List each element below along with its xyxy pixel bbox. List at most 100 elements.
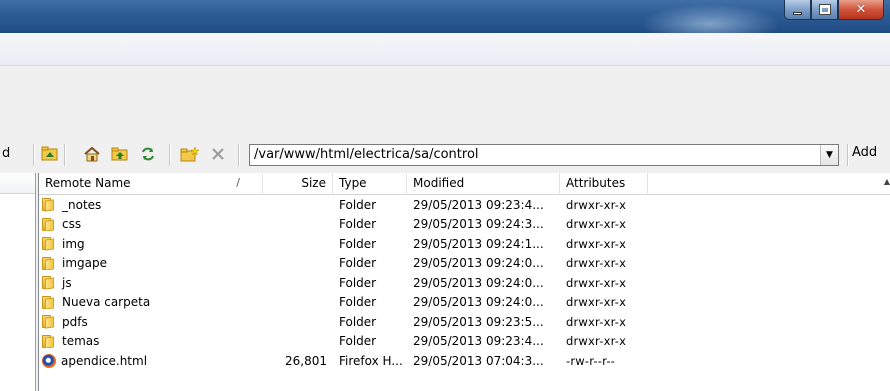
- column-filler: [648, 173, 853, 195]
- file-modified: 29/05/2013 07:04:3...: [413, 353, 544, 368]
- table-row[interactable]: pdfs Folder 29/05/2013 09:23:5... drwxr-…: [39, 312, 890, 332]
- file-attributes: drwxr-xr-x: [566, 217, 627, 232]
- local-tree-pane[interactable]: [0, 173, 36, 391]
- table-row[interactable]: temas Folder 29/05/2013 09:23:4... drwxr…: [39, 332, 890, 352]
- folder-icon: [42, 237, 58, 251]
- tree-header: [0, 173, 35, 194]
- toolbar-separator: [169, 144, 171, 166]
- minimize-button[interactable]: [784, 0, 811, 20]
- toolbar-separator: [33, 144, 35, 166]
- folder-icon: [42, 198, 58, 212]
- column-label: Remote Name: [45, 176, 131, 190]
- parent-folder-button[interactable]: [40, 145, 60, 163]
- file-size: 26,801: [285, 353, 327, 368]
- table-row[interactable]: Nueva carpeta Folder 29/05/2013 09:24:0.…: [39, 293, 890, 313]
- file-name: imgape: [62, 256, 107, 271]
- file-attributes: drwxr-xr-x: [566, 256, 627, 271]
- firefox-html-icon: [42, 353, 56, 368]
- list-header: Remote Name / Size Type Modified Attribu…: [39, 173, 890, 195]
- remote-path-combobox[interactable]: /var/www/html/electrica/sa/control ▼: [249, 144, 839, 166]
- file-name: temas: [62, 334, 100, 349]
- home-button[interactable]: [82, 145, 102, 163]
- file-type: Folder: [339, 295, 377, 310]
- toolbar-cut-label: d: [2, 146, 11, 161]
- titlebar-glow: [640, 4, 780, 33]
- close-icon: ✕: [855, 2, 867, 17]
- scroll-up-icon[interactable]: ▲: [884, 177, 890, 186]
- column-type[interactable]: Type: [333, 173, 407, 195]
- minimize-icon: [793, 11, 802, 15]
- file-modified: 29/05/2013 09:24:0...: [413, 275, 544, 290]
- file-attributes: drwxr-xr-x: [566, 314, 627, 329]
- chevron-down-icon: ▼: [826, 150, 833, 160]
- remote-file-list[interactable]: Remote Name / Size Type Modified Attribu…: [38, 173, 890, 391]
- up-folder-icon: [111, 147, 128, 161]
- toolbar-separator: [238, 144, 240, 166]
- file-type: Folder: [339, 275, 377, 290]
- column-size[interactable]: Size: [263, 173, 333, 195]
- table-row[interactable]: _notes Folder 29/05/2013 09:23:4... drwx…: [39, 195, 890, 215]
- file-modified: 29/05/2013 09:23:4...: [413, 197, 544, 212]
- file-name: css: [62, 217, 82, 232]
- file-attributes: drwxr-xr-x: [566, 197, 627, 212]
- folder-icon: [42, 295, 58, 310]
- toolbar-separator: [847, 144, 849, 166]
- file-modified: 29/05/2013 09:24:0...: [413, 256, 544, 271]
- file-type: Folder: [339, 256, 377, 271]
- menu-bar: [0, 33, 890, 66]
- window-titlebar[interactable]: ✕: [0, 0, 890, 33]
- file-modified: 29/05/2013 09:24:0...: [413, 295, 544, 310]
- file-modified: 29/05/2013 09:24:1...: [413, 236, 544, 251]
- caption-buttons: ✕: [784, 0, 884, 20]
- new-folder-button[interactable]: [180, 145, 200, 163]
- column-attributes[interactable]: Attributes: [560, 173, 648, 195]
- file-modified: 29/05/2013 09:23:5...: [413, 314, 544, 329]
- parent-folder-icon: [41, 146, 58, 161]
- maximize-icon: [818, 4, 831, 15]
- file-type: Folder: [339, 334, 377, 349]
- column-remote-name[interactable]: Remote Name /: [39, 173, 263, 195]
- file-attributes: drwxr-xr-x: [566, 295, 627, 310]
- table-row[interactable]: img Folder 29/05/2013 09:24:1... drwxr-x…: [39, 234, 890, 254]
- file-attributes: drwxr-xr-x: [566, 334, 627, 349]
- file-type: Folder: [339, 197, 377, 212]
- maximize-button[interactable]: [811, 0, 838, 20]
- file-modified: 29/05/2013 09:23:4...: [413, 334, 544, 349]
- file-name: img: [62, 236, 85, 251]
- folder-icon: [42, 217, 58, 232]
- delete-button[interactable]: [208, 145, 228, 163]
- file-name: Nueva carpeta: [62, 295, 151, 310]
- delete-icon: [212, 148, 224, 160]
- column-modified[interactable]: Modified: [407, 173, 560, 195]
- toolbar-separator: [64, 144, 66, 166]
- file-type: Folder: [339, 236, 377, 251]
- close-button[interactable]: ✕: [838, 0, 884, 20]
- table-row[interactable]: js Folder 29/05/2013 09:24:0... drwxr-xr…: [39, 273, 890, 293]
- folder-icon: [42, 315, 58, 329]
- file-type: Folder: [339, 217, 377, 232]
- folder-icon: [42, 334, 58, 349]
- sort-indicator-icon: /: [236, 176, 240, 189]
- folder-icon: [42, 276, 58, 290]
- home-icon: [84, 146, 100, 162]
- remote-path-input[interactable]: /var/www/html/electrica/sa/control: [250, 145, 820, 165]
- file-type: Folder: [339, 314, 377, 329]
- refresh-icon: [142, 147, 154, 161]
- table-row[interactable]: apendice.html 26,801 Firefox H... 29/05/…: [39, 351, 890, 371]
- file-name: apendice.html: [61, 353, 148, 368]
- up-folder-button[interactable]: [110, 145, 130, 163]
- refresh-button[interactable]: [138, 145, 158, 163]
- file-modified: 29/05/2013 09:24:3...: [413, 217, 544, 232]
- file-attributes: -rw-r--r--: [566, 353, 616, 368]
- remote-path-toolbar: d /var/www/html/electrica/sa/control ▼ A…: [0, 136, 890, 172]
- file-rows: _notes Folder 29/05/2013 09:23:4... drwx…: [39, 195, 890, 371]
- table-row[interactable]: imgape Folder 29/05/2013 09:24:0... drwx…: [39, 254, 890, 274]
- folder-icon: [42, 256, 58, 271]
- file-name: pdfs: [62, 314, 88, 329]
- add-button[interactable]: Add: [852, 145, 877, 160]
- file-attributes: drwxr-xr-x: [566, 275, 627, 290]
- new-folder-icon: [180, 146, 200, 162]
- table-row[interactable]: css Folder 29/05/2013 09:24:3... drwxr-x…: [39, 215, 890, 235]
- path-dropdown-button[interactable]: ▼: [820, 145, 838, 165]
- toolbar-area: [0, 67, 890, 135]
